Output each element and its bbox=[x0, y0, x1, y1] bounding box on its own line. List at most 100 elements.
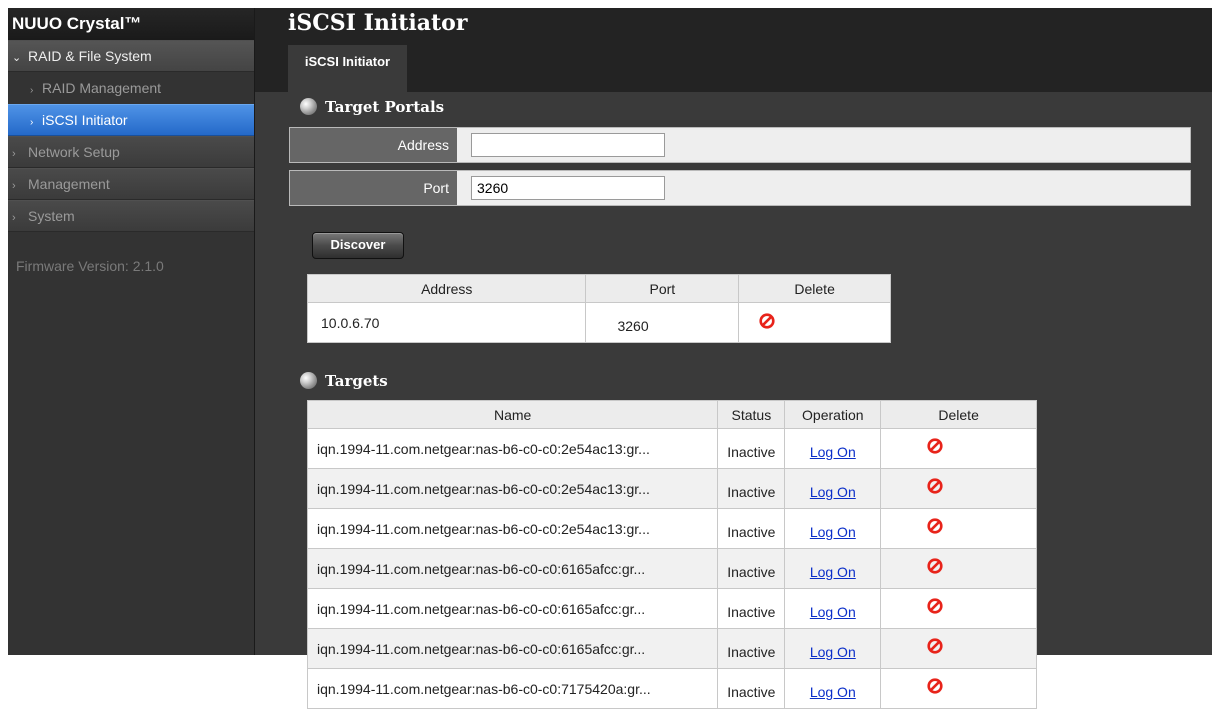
target-name-cell: iqn.1994-11.com.netgear:nas-b6-c0-c0:2e5… bbox=[306, 508, 719, 549]
firmware-version: Firmware Version: 2.1.0 bbox=[16, 258, 164, 274]
section-title: Targets bbox=[325, 372, 388, 390]
table-header-row: Address Port Delete bbox=[306, 274, 891, 303]
section-bullet-icon bbox=[300, 372, 317, 389]
table-row: iqn.1994-11.com.netgear:nas-b6-c0-c0:717… bbox=[306, 668, 1037, 709]
log-on-link[interactable]: Log On bbox=[810, 524, 856, 540]
target-status-cell: Inactive bbox=[717, 628, 786, 669]
target-status-cell: Inactive bbox=[717, 468, 786, 509]
log-on-link[interactable]: Log On bbox=[810, 564, 856, 580]
portal-address-cell: 10.0.6.70 bbox=[306, 302, 587, 343]
target-delete-cell bbox=[880, 508, 1037, 549]
port-row: Port bbox=[289, 170, 1191, 206]
page-title: iSCSI Initiator bbox=[288, 10, 468, 36]
target-delete-cell bbox=[880, 628, 1037, 669]
address-row: Address bbox=[289, 127, 1191, 163]
log-on-link[interactable]: Log On bbox=[810, 644, 856, 660]
sidebar-group-raid-file-system[interactable]: ⌄ RAID & File System bbox=[8, 40, 254, 72]
target-name-cell: iqn.1994-11.com.netgear:nas-b6-c0-c0:616… bbox=[306, 548, 719, 589]
column-header-name: Name bbox=[306, 400, 719, 429]
column-header-delete: Delete bbox=[738, 274, 891, 303]
target-operation-cell: Log On bbox=[784, 628, 882, 669]
target-name-cell: iqn.1994-11.com.netgear:nas-b6-c0-c0:717… bbox=[306, 668, 719, 709]
target-operation-cell: Log On bbox=[784, 668, 882, 709]
log-on-link[interactable]: Log On bbox=[810, 484, 856, 500]
section-targets: Targets bbox=[300, 370, 388, 392]
chevron-down-icon: ⌄ bbox=[12, 52, 22, 64]
log-on-link[interactable]: Log On bbox=[810, 604, 856, 620]
delete-icon[interactable] bbox=[927, 518, 943, 534]
port-label: Port bbox=[290, 171, 457, 205]
section-title: Target Portals bbox=[325, 98, 445, 116]
sidebar-group-system[interactable]: › System bbox=[8, 200, 254, 232]
brand-title: NUUO Crystal™ bbox=[8, 8, 254, 40]
column-header-status: Status bbox=[717, 400, 786, 429]
log-on-link[interactable]: Log On bbox=[810, 684, 856, 700]
target-operation-cell: Log On bbox=[784, 428, 882, 469]
sidebar-item-raid-management[interactable]: › RAID Management bbox=[8, 72, 254, 104]
table-row: iqn.1994-11.com.netgear:nas-b6-c0-c0:2e5… bbox=[306, 468, 1037, 509]
target-operation-cell: Log On bbox=[784, 468, 882, 509]
target-operation-cell: Log On bbox=[784, 588, 882, 629]
target-name-cell: iqn.1994-11.com.netgear:nas-b6-c0-c0:616… bbox=[306, 628, 719, 669]
column-header-address: Address bbox=[306, 274, 587, 303]
sidebar-group-management[interactable]: › Management bbox=[8, 168, 254, 200]
portal-delete-cell bbox=[738, 302, 891, 343]
delete-icon[interactable] bbox=[927, 478, 943, 494]
main-panel: iSCSI Initiator iSCSI Initiator Target P… bbox=[255, 8, 1212, 709]
port-input[interactable] bbox=[471, 176, 665, 200]
sidebar: NUUO Crystal™ ⌄ RAID & File System › RAID … bbox=[8, 8, 255, 655]
sidebar-group-label: Network Setup bbox=[28, 144, 120, 160]
delete-icon[interactable] bbox=[927, 438, 943, 454]
sidebar-item-label: iSCSI Initiator bbox=[42, 112, 128, 128]
table-row: iqn.1994-11.com.netgear:nas-b6-c0-c0:616… bbox=[306, 548, 1037, 589]
address-label: Address bbox=[290, 128, 457, 162]
delete-icon[interactable] bbox=[927, 638, 943, 654]
target-name-cell: iqn.1994-11.com.netgear:nas-b6-c0-c0:2e5… bbox=[306, 428, 719, 469]
target-status-cell: Inactive bbox=[717, 508, 786, 549]
sidebar-group-label: System bbox=[28, 208, 75, 224]
column-header-delete: Delete bbox=[880, 400, 1037, 429]
chevron-right-icon: › bbox=[30, 117, 34, 128]
target-delete-cell bbox=[880, 428, 1037, 469]
target-delete-cell bbox=[880, 668, 1037, 709]
chevron-right-icon: › bbox=[30, 85, 34, 96]
target-delete-cell bbox=[880, 548, 1037, 589]
table-row: iqn.1994-11.com.netgear:nas-b6-c0-c0:2e5… bbox=[306, 428, 1037, 469]
sidebar-item-iscsi-initiator[interactable]: › iSCSI Initiator bbox=[8, 104, 254, 136]
targets-body: iqn.1994-11.com.netgear:nas-b6-c0-c0:2e5… bbox=[306, 428, 1037, 709]
column-header-port: Port bbox=[585, 274, 740, 303]
delete-icon[interactable] bbox=[927, 598, 943, 614]
column-header-operation: Operation bbox=[784, 400, 882, 429]
target-status-cell: Inactive bbox=[717, 668, 786, 709]
target-status-cell: Inactive bbox=[717, 588, 786, 629]
portal-table: Address Port Delete 10.0.6.70 3260 bbox=[306, 274, 891, 343]
sidebar-item-label: RAID Management bbox=[42, 80, 162, 96]
delete-icon[interactable] bbox=[759, 313, 775, 329]
header-bar: iSCSI Initiator iSCSI Initiator bbox=[255, 8, 1212, 92]
sidebar-group-label: RAID & File System bbox=[28, 48, 152, 64]
address-input[interactable] bbox=[471, 133, 665, 157]
section-target-portals: Target Portals bbox=[300, 96, 445, 118]
chevron-right-icon: › bbox=[12, 180, 16, 192]
tab-iscsi-initiator[interactable]: iSCSI Initiator bbox=[288, 45, 407, 92]
chevron-right-icon: › bbox=[12, 212, 16, 224]
table-row: iqn.1994-11.com.netgear:nas-b6-c0-c0:2e5… bbox=[306, 508, 1037, 549]
target-operation-cell: Log On bbox=[784, 508, 882, 549]
target-name-cell: iqn.1994-11.com.netgear:nas-b6-c0-c0:2e5… bbox=[306, 468, 719, 509]
table-row: iqn.1994-11.com.netgear:nas-b6-c0-c0:616… bbox=[306, 628, 1037, 669]
discover-button[interactable]: Discover bbox=[312, 232, 404, 259]
sidebar-group-label: Management bbox=[28, 176, 110, 192]
target-delete-cell bbox=[880, 588, 1037, 629]
targets-table: Name Status Operation Delete iqn.1994-11… bbox=[306, 400, 1037, 709]
table-row: 10.0.6.70 3260 bbox=[306, 302, 891, 343]
sidebar-group-network-setup[interactable]: › Network Setup bbox=[8, 136, 254, 168]
target-status-cell: Inactive bbox=[717, 548, 786, 589]
target-status-cell: Inactive bbox=[717, 428, 786, 469]
target-delete-cell bbox=[880, 468, 1037, 509]
table-row: iqn.1994-11.com.netgear:nas-b6-c0-c0:616… bbox=[306, 588, 1037, 629]
log-on-link[interactable]: Log On bbox=[810, 444, 856, 460]
chevron-right-icon: › bbox=[12, 148, 16, 160]
delete-icon[interactable] bbox=[927, 558, 943, 574]
delete-icon[interactable] bbox=[927, 678, 943, 694]
table-header-row: Name Status Operation Delete bbox=[306, 400, 1037, 429]
